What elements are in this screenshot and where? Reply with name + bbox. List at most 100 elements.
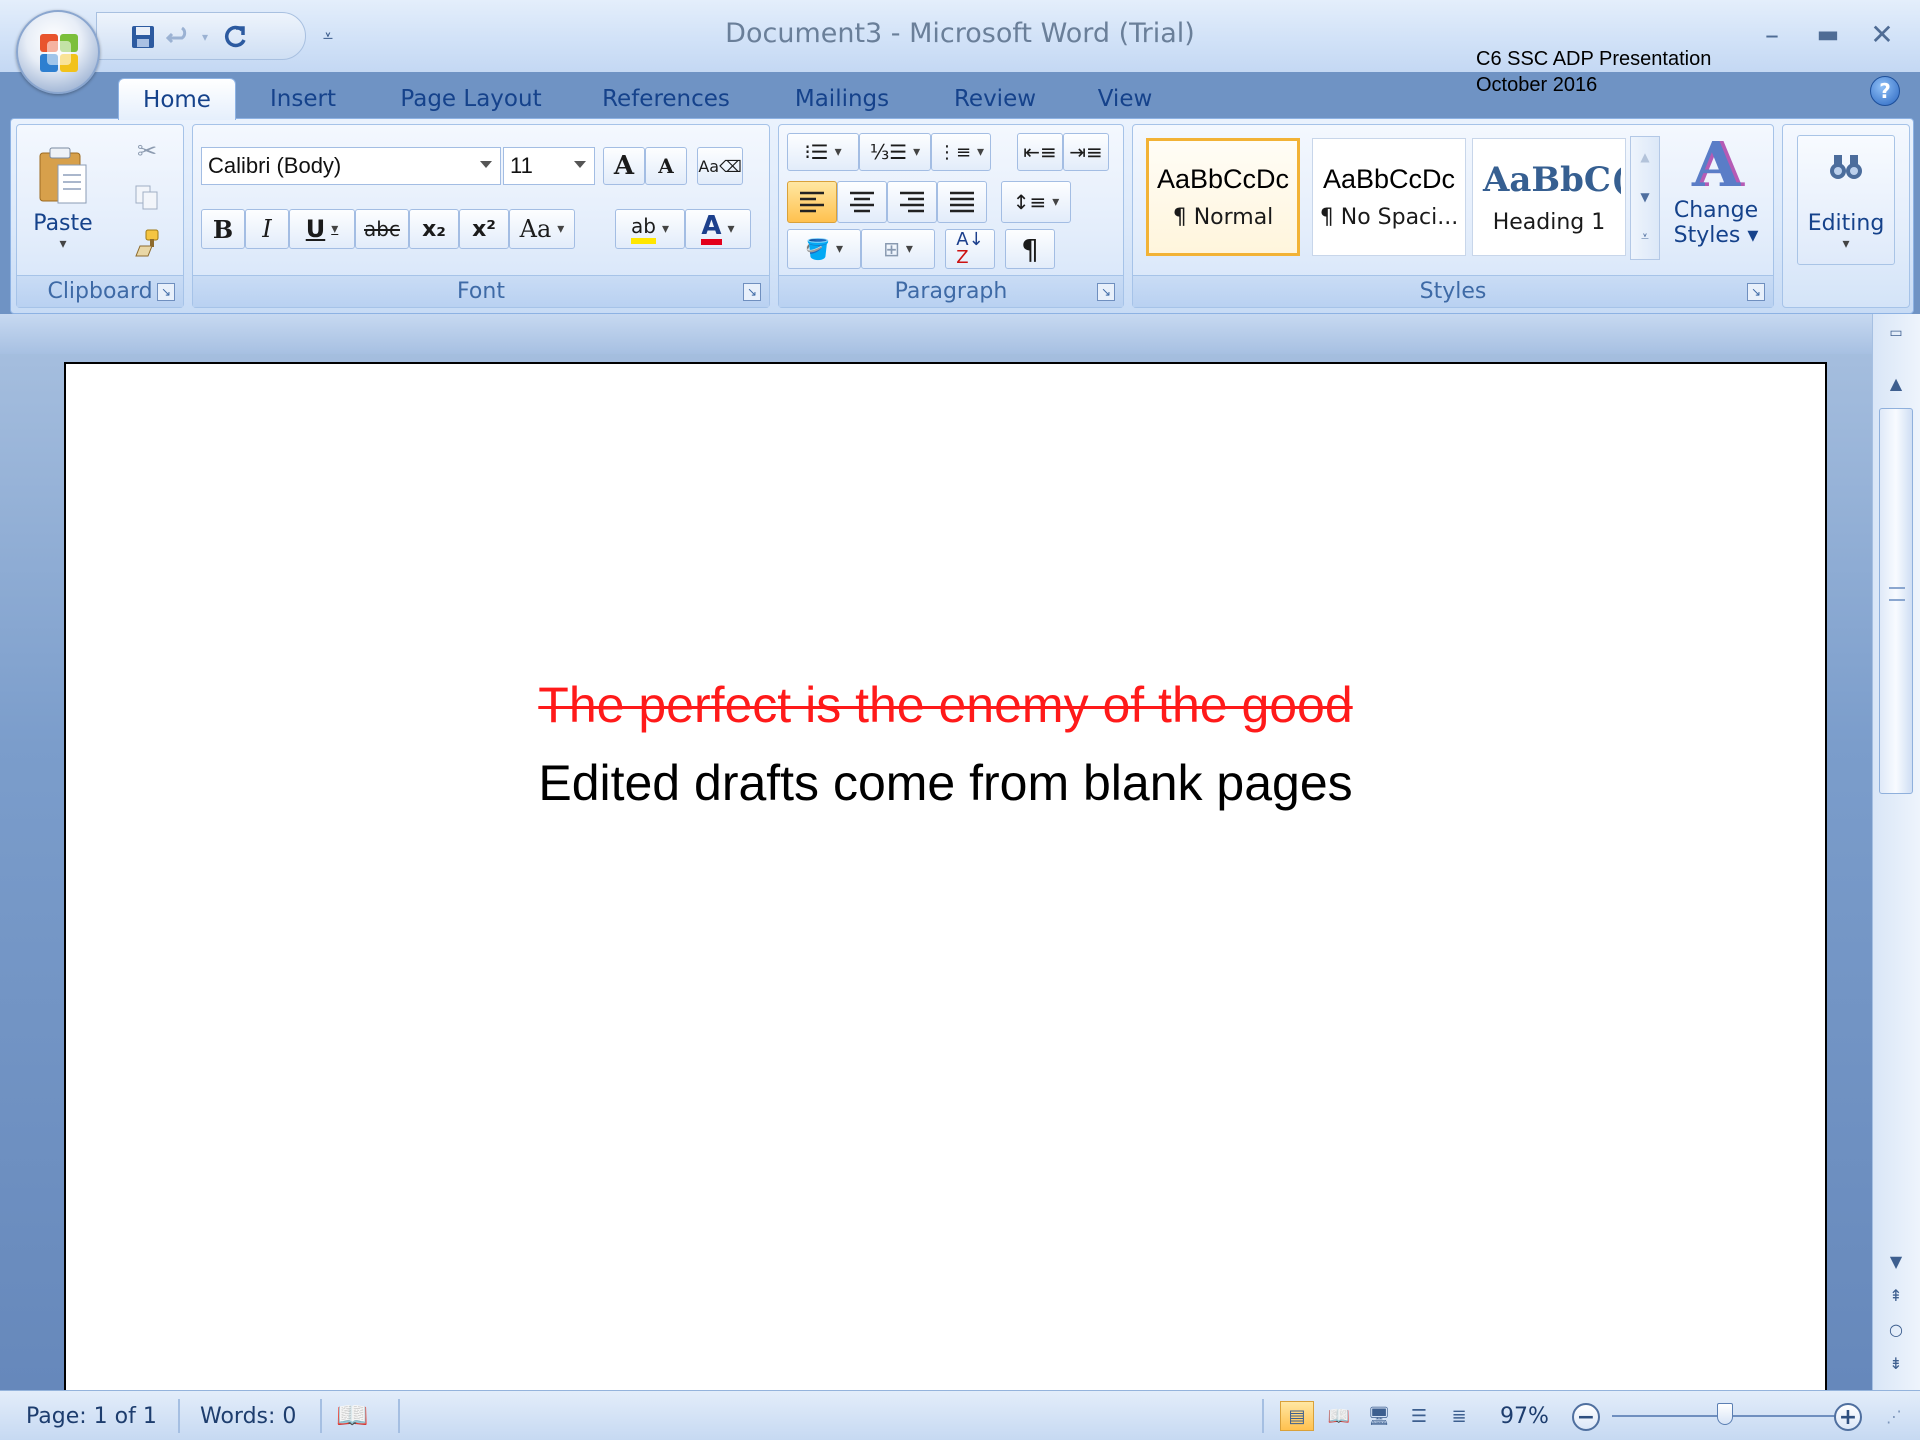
cut-button[interactable]: ✂	[127, 133, 167, 169]
body-text-line[interactable]: Edited drafts come from blank pages	[66, 754, 1825, 812]
scroll-down-button[interactable]: ▼	[1879, 1246, 1913, 1276]
zoom-slider-thumb[interactable]	[1716, 1403, 1733, 1425]
page-indicator[interactable]: Page: 1 of 1	[26, 1391, 157, 1440]
full-screen-reading-button[interactable]: 📖	[1322, 1401, 1356, 1431]
justify-button[interactable]	[937, 181, 987, 223]
tab-page-layout[interactable]: Page Layout	[386, 78, 556, 120]
gallery-up-icon[interactable]: ▲	[1631, 137, 1659, 177]
scroll-thumb[interactable]	[1879, 408, 1913, 794]
italic-button[interactable]: I	[245, 209, 289, 249]
struck-text-line[interactable]: The perfect is the enemy of the good	[66, 676, 1825, 734]
style-normal[interactable]: AaBbCcDc ¶ Normal	[1146, 138, 1300, 256]
editing-button[interactable]: Editing ▾	[1797, 135, 1895, 265]
font-dialog-launcher[interactable]: ↘	[743, 283, 761, 301]
proofing-button[interactable]: 📖	[336, 1391, 368, 1440]
font-name-field[interactable]: Calibri (Body)	[201, 147, 501, 185]
strikethrough-button[interactable]: abc	[355, 209, 409, 249]
grow-font-button[interactable]: A	[603, 147, 645, 185]
undo-dropdown[interactable]: ▾	[197, 21, 213, 53]
paste-button[interactable]: Paste ▾	[27, 133, 99, 263]
redo-button[interactable]	[219, 21, 251, 53]
clipboard-dialog-launcher[interactable]: ↘	[157, 283, 175, 301]
borders-button[interactable]: ⊞ ▾	[861, 229, 935, 269]
scroll-down-icon: ▼	[1889, 1251, 1903, 1271]
save-button[interactable]	[127, 21, 159, 53]
font-size-field[interactable]: 11	[503, 147, 595, 185]
paragraph-label-text: Paragraph	[894, 279, 1008, 304]
superscript-icon: x²	[472, 216, 496, 242]
close-button[interactable]: ✕	[1862, 14, 1902, 54]
copy-button[interactable]	[127, 179, 167, 215]
font-color-button[interactable]: A ▾	[685, 209, 751, 249]
styles-label-text: Styles	[1419, 279, 1487, 304]
tab-insert[interactable]: Insert	[250, 78, 356, 120]
align-right-button[interactable]	[887, 181, 937, 223]
clear-formatting-button[interactable]: Aa⌫	[697, 147, 743, 185]
line-spacing-button[interactable]: ↕≡ ▾	[1001, 181, 1071, 223]
zoom-out-button[interactable]: −	[1572, 1403, 1600, 1431]
numbering-button[interactable]: ⅓☰ ▾	[859, 133, 931, 171]
select-browse-object-button[interactable]: ○	[1879, 1314, 1913, 1344]
highlight-button[interactable]: ab ▾	[615, 209, 685, 249]
multilevel-list-button[interactable]: ⋮≡ ▾	[931, 133, 991, 171]
tab-mailings[interactable]: Mailings	[776, 78, 908, 120]
close-icon: ✕	[1870, 17, 1894, 51]
underline-button[interactable]: U ▾	[289, 209, 355, 249]
shrink-font-button[interactable]: A	[645, 147, 687, 185]
previous-page-button[interactable]: ⇞	[1879, 1280, 1913, 1310]
view-ruler-button[interactable]: ▭	[1879, 318, 1913, 348]
gallery-down-icon[interactable]: ▼	[1631, 177, 1659, 217]
show-formatting-button[interactable]: ¶	[1005, 229, 1055, 269]
change-styles-button[interactable]: A Change Styles ▾	[1664, 132, 1768, 272]
style-normal-sample: AaBbCcDc	[1157, 164, 1290, 194]
undo-button[interactable]	[163, 21, 195, 53]
word-count[interactable]: Words: 0	[200, 1391, 296, 1440]
change-case-button[interactable]: Aa ▾	[509, 209, 575, 249]
multilevel-dropdown-icon: ▾	[977, 144, 985, 160]
quick-access-toolbar: ▾	[96, 12, 306, 60]
print-layout-button[interactable]: ▤	[1280, 1401, 1314, 1431]
shading-button[interactable]: 🪣 ▾	[787, 229, 861, 269]
superscript-button[interactable]: x²	[459, 209, 509, 249]
draft-button[interactable]: ≣	[1442, 1401, 1476, 1431]
gallery-more-icon[interactable]: ⩡	[1631, 217, 1659, 257]
bullets-button[interactable]: ⁝☰ ▾	[787, 133, 859, 171]
help-icon: ?	[1879, 79, 1891, 103]
document-page[interactable]: The perfect is the enemy of the good Edi…	[64, 362, 1827, 1392]
styles-dialog-launcher[interactable]: ↘	[1747, 283, 1765, 301]
style-no-spacing[interactable]: AaBbCcDc ¶ No Spaci...	[1312, 138, 1466, 256]
tab-review[interactable]: Review	[940, 78, 1050, 120]
bold-button[interactable]: B	[201, 209, 245, 249]
subscript-button[interactable]: x₂	[409, 209, 459, 249]
increase-indent-icon: ⇥≡	[1069, 140, 1103, 164]
web-layout-button[interactable]: 🖥	[1362, 1401, 1396, 1431]
paste-label: Paste	[33, 210, 93, 236]
resize-grip-icon[interactable]: ⋰	[1886, 1391, 1902, 1440]
sort-button[interactable]: A↓ Z	[945, 229, 995, 269]
next-page-button[interactable]: ⇟	[1879, 1348, 1913, 1378]
maximize-button[interactable]: ▬	[1808, 14, 1848, 54]
align-left-button[interactable]	[787, 181, 837, 223]
decrease-indent-button[interactable]: ⇤≡	[1017, 133, 1063, 171]
zoom-level[interactable]: 97%	[1500, 1391, 1549, 1440]
help-button[interactable]: ?	[1870, 76, 1900, 106]
scroll-grip-icon	[1889, 587, 1905, 601]
ruler-icon: ▭	[1889, 325, 1903, 341]
minimize-button[interactable]: –	[1752, 14, 1792, 54]
numbering-icon: ⅓☰	[869, 140, 908, 164]
tab-home[interactable]: Home	[118, 78, 236, 120]
increase-indent-button[interactable]: ⇥≡	[1063, 133, 1109, 171]
scroll-up-button[interactable]: ▲	[1879, 368, 1913, 398]
outline-button[interactable]: ☰	[1402, 1401, 1436, 1431]
format-painter-button[interactable]	[127, 225, 167, 261]
paragraph-dialog-launcher[interactable]: ↘	[1097, 283, 1115, 301]
zoom-in-button[interactable]: +	[1834, 1403, 1862, 1431]
tab-references[interactable]: References	[588, 78, 744, 120]
vertical-scrollbar[interactable]: ▭ ▲ ▼ ⇞ ○ ⇟	[1872, 314, 1920, 1390]
align-center-button[interactable]	[837, 181, 887, 223]
presentation-caption: C6 SSC ADP Presentation October 2016	[1476, 46, 1711, 98]
office-button[interactable]	[16, 10, 100, 94]
tab-view[interactable]: View	[1082, 78, 1168, 120]
customize-qat-button[interactable]: ⩡	[312, 20, 344, 52]
style-heading-1[interactable]: AaBbC( Heading 1	[1472, 138, 1626, 256]
